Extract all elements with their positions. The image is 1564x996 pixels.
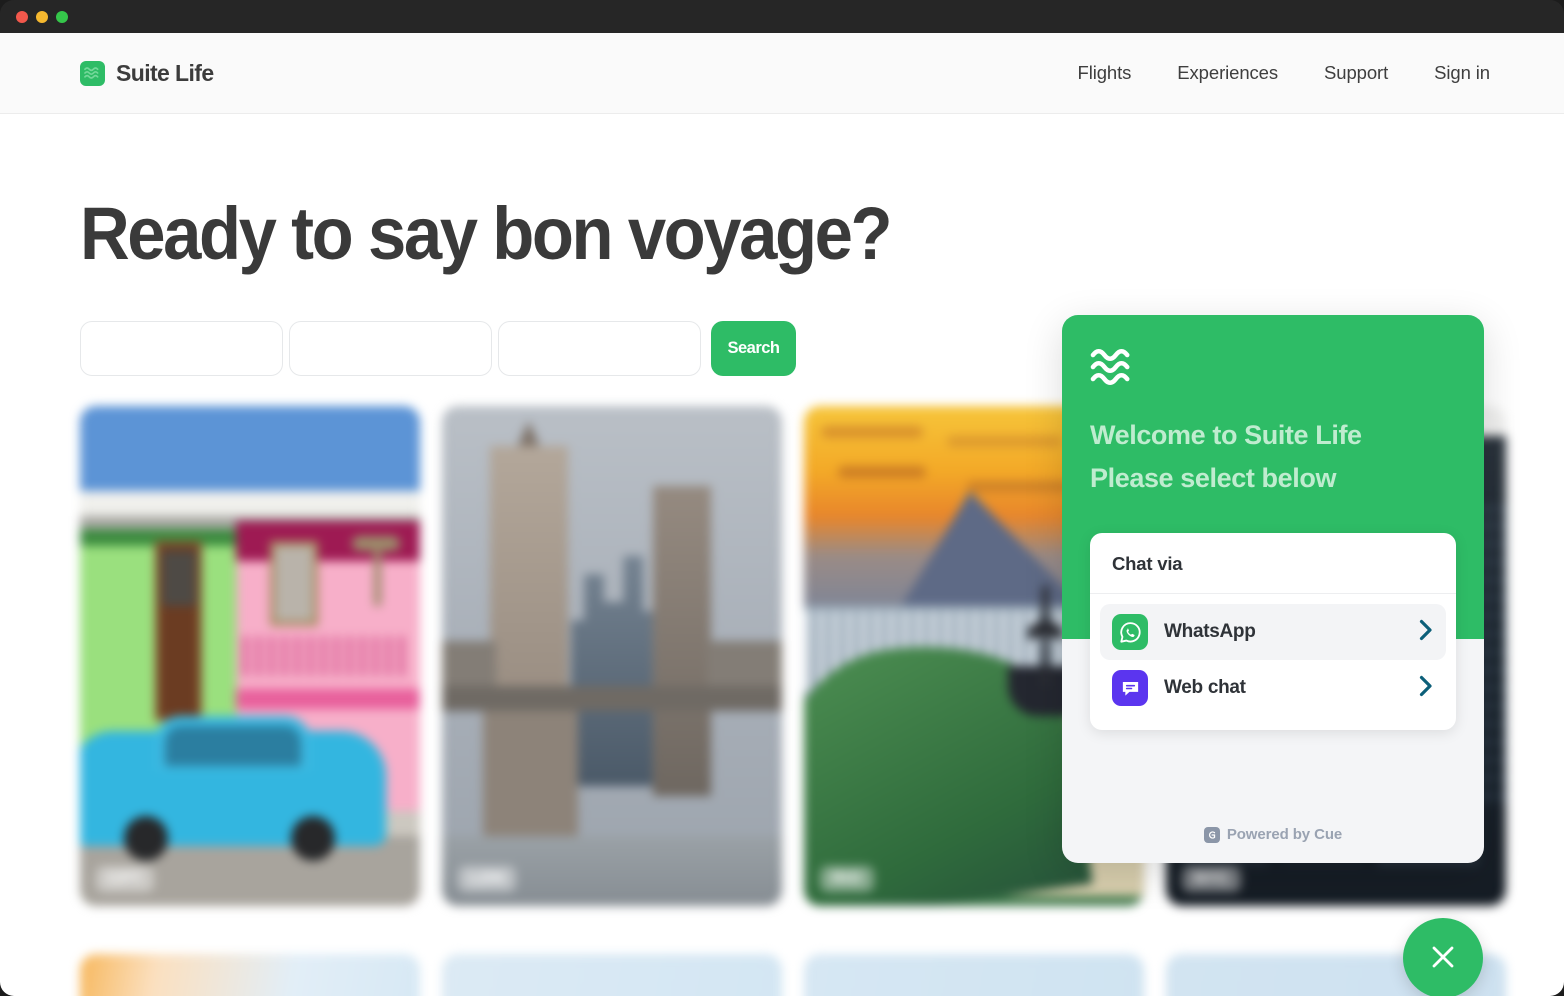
brand-logo[interactable]: Suite Life [80,60,214,87]
chat-widget-footer: Powered by Cue [1062,826,1484,843]
whatsapp-icon [1112,614,1148,650]
decor-door-glass [161,551,196,606]
decor-car-wheel [290,816,335,861]
chevron-right-icon [1419,619,1434,646]
search-input-guests[interactable] [498,321,701,376]
chat-card-title: Chat via [1090,533,1456,594]
search-bar: Search [80,321,796,376]
chevron-right-icon [1419,675,1434,702]
decor-bridge-tower [652,486,711,796]
destination-card-grid-next-row [80,954,1506,996]
chat-channel-list: WhatsApp Web chat [1090,594,1456,730]
chat-close-fab[interactable] [1403,918,1483,996]
destination-card-partial[interactable] [442,954,782,996]
powered-by-label: Powered by Cue [1226,826,1343,843]
decor-cloud [821,426,923,438]
web-chat-bubble-icon [1112,670,1148,706]
search-input-destination[interactable] [80,321,283,376]
decor-car-wheel [124,816,169,861]
nav-item-support[interactable]: Support [1324,62,1388,84]
cue-badge-icon [1203,826,1220,843]
chat-welcome-line-2: Please select below [1090,463,1337,494]
decor-bridge-deck [442,686,782,711]
chat-channel-card: Chat via WhatsApp Web chat [1090,533,1456,730]
window-titlebar [0,0,1564,33]
search-button[interactable]: Search [711,321,796,376]
chat-widget: Welcome to Suite Life Please select belo… [1062,315,1484,863]
chat-option-label: Web chat [1164,677,1246,698]
page-viewport: Suite Life Flights Experiences Support S… [0,33,1564,996]
search-input-dates[interactable] [289,321,492,376]
window-maximize-button[interactable] [56,10,68,23]
decor-window [270,541,318,626]
destination-code: RIO [820,866,874,892]
decor-lamp [352,536,400,551]
page-title: Ready to say bon voyage? [80,192,893,275]
nav-item-signin[interactable]: Sign in [1434,62,1490,84]
window-close-button[interactable] [16,10,28,23]
destination-card-ldn[interactable]: LDN [442,406,782,906]
decor-cloud [838,466,927,478]
chat-option-whatsapp[interactable]: WhatsApp [1100,604,1446,660]
decor-lamp-stem [374,551,381,606]
destination-code: CPT [96,866,154,892]
decor-car-window [165,726,301,766]
waves-logo-icon [80,60,105,86]
brand-name: Suite Life [116,59,214,86]
decor-band [236,688,420,709]
decor-bridge-span [442,641,497,691]
destination-code: NYC [1182,866,1242,892]
waves-icon [1090,347,1456,392]
decor-cloud [946,436,1063,447]
chat-welcome-line-1: Welcome to Suite Life [1090,420,1362,450]
decor-signage [243,636,407,676]
chat-option-web-chat[interactable]: Web chat [1100,660,1446,716]
browser-window: Suite Life Flights Experiences Support S… [0,0,1564,996]
destination-card-cpt[interactable]: CPT [80,406,420,906]
chat-option-label: WhatsApp [1164,621,1256,642]
nav-item-experiences[interactable]: Experiences [1177,62,1278,84]
window-minimize-button[interactable] [36,10,48,23]
decor-skyline [571,556,653,786]
destination-code: LDN [458,866,517,892]
decor-bridge-span [707,641,782,691]
nav-item-flights[interactable]: Flights [1078,62,1132,84]
destination-card-partial[interactable] [80,954,420,996]
destination-card-partial[interactable] [804,954,1144,996]
close-x-icon [1427,941,1459,976]
site-header: Suite Life Flights Experiences Support S… [0,33,1564,114]
main-nav: Flights Experiences Support Sign in [1078,62,1491,84]
decor-cloud [967,481,1070,492]
chat-welcome-message: Welcome to Suite Life Please select belo… [1090,414,1456,500]
